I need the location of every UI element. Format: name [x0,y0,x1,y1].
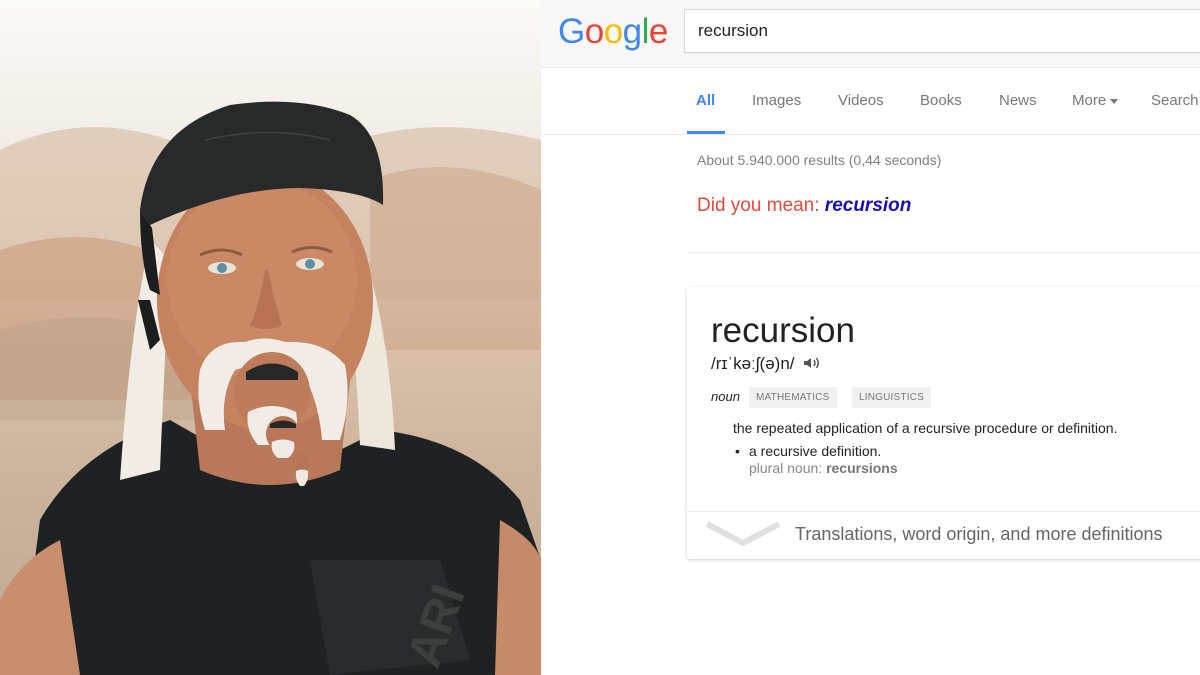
definition-text: the repeated application of a recursive … [733,420,1118,436]
logo-letter: o [603,12,623,51]
google-logo[interactable]: Google [558,12,668,52]
plural-form: plural noun: recursions [749,460,898,476]
more-definitions-link[interactable]: Translations, word origin, and more defi… [795,524,1163,545]
logo-letter: e [648,12,668,51]
chevron-glyph [705,521,781,547]
did-you-mean-prefix: Did you mean: [697,195,820,216]
dictionary-word: recursion [711,311,855,350]
tab-images[interactable]: Images [752,92,801,109]
recursive-portrait-photo: ARI [0,0,541,675]
card-divider [687,511,1200,512]
dictionary-card: recursion /rɪˈkəːʃ(ə)n/ noun MATHEMATICS… [687,287,1200,559]
divider [687,252,1200,253]
tab-all[interactable]: All [696,92,715,109]
label-mathematics: MATHEMATICS [749,387,837,408]
tab-more-label: More [1072,92,1107,109]
search-tabs: All Images Videos Books News More Search [541,68,1200,135]
plural-prefix: plural noun: [749,460,823,476]
bullet: • [735,443,740,459]
tab-videos[interactable]: Videos [838,92,884,109]
did-you-mean-link[interactable]: recursion [825,195,912,216]
portrait-illustration: ARI [0,101,541,675]
speaker-glyph [804,357,820,369]
part-of-speech: noun [711,389,740,404]
label-linguistics: LINGUISTICS [852,387,931,408]
sub-definition-text: a recursive definition. [749,443,882,459]
search-header: Google [541,0,1200,68]
logo-letter: o [584,12,604,51]
logo-letter: l [641,12,650,51]
search-input[interactable] [685,10,1200,52]
chevron-down-icon[interactable] [705,521,781,552]
active-tab-indicator [687,131,725,134]
logo-letter: G [558,12,585,51]
tab-books[interactable]: Books [920,92,962,109]
phonetic: /rɪˈkəːʃ(ə)n/ [711,354,821,374]
plural-word: recursions [826,460,898,476]
search-box [684,9,1200,53]
logo-letter: g [622,12,642,51]
tab-more[interactable]: More [1072,92,1119,109]
phonetic-text: /rɪˈkəːʃ(ə)n/ [711,354,795,373]
speaker-icon[interactable] [803,355,821,369]
tab-news[interactable]: News [999,92,1037,109]
tab-search-tools[interactable]: Search [1151,92,1199,109]
google-results-panel: Google All Images Videos Books News More… [541,0,1200,675]
did-you-mean: Did you mean: recursion [697,195,911,217]
result-stats: About 5.940.000 results (0,44 seconds) [697,152,942,168]
caret-down-icon [1110,98,1119,104]
